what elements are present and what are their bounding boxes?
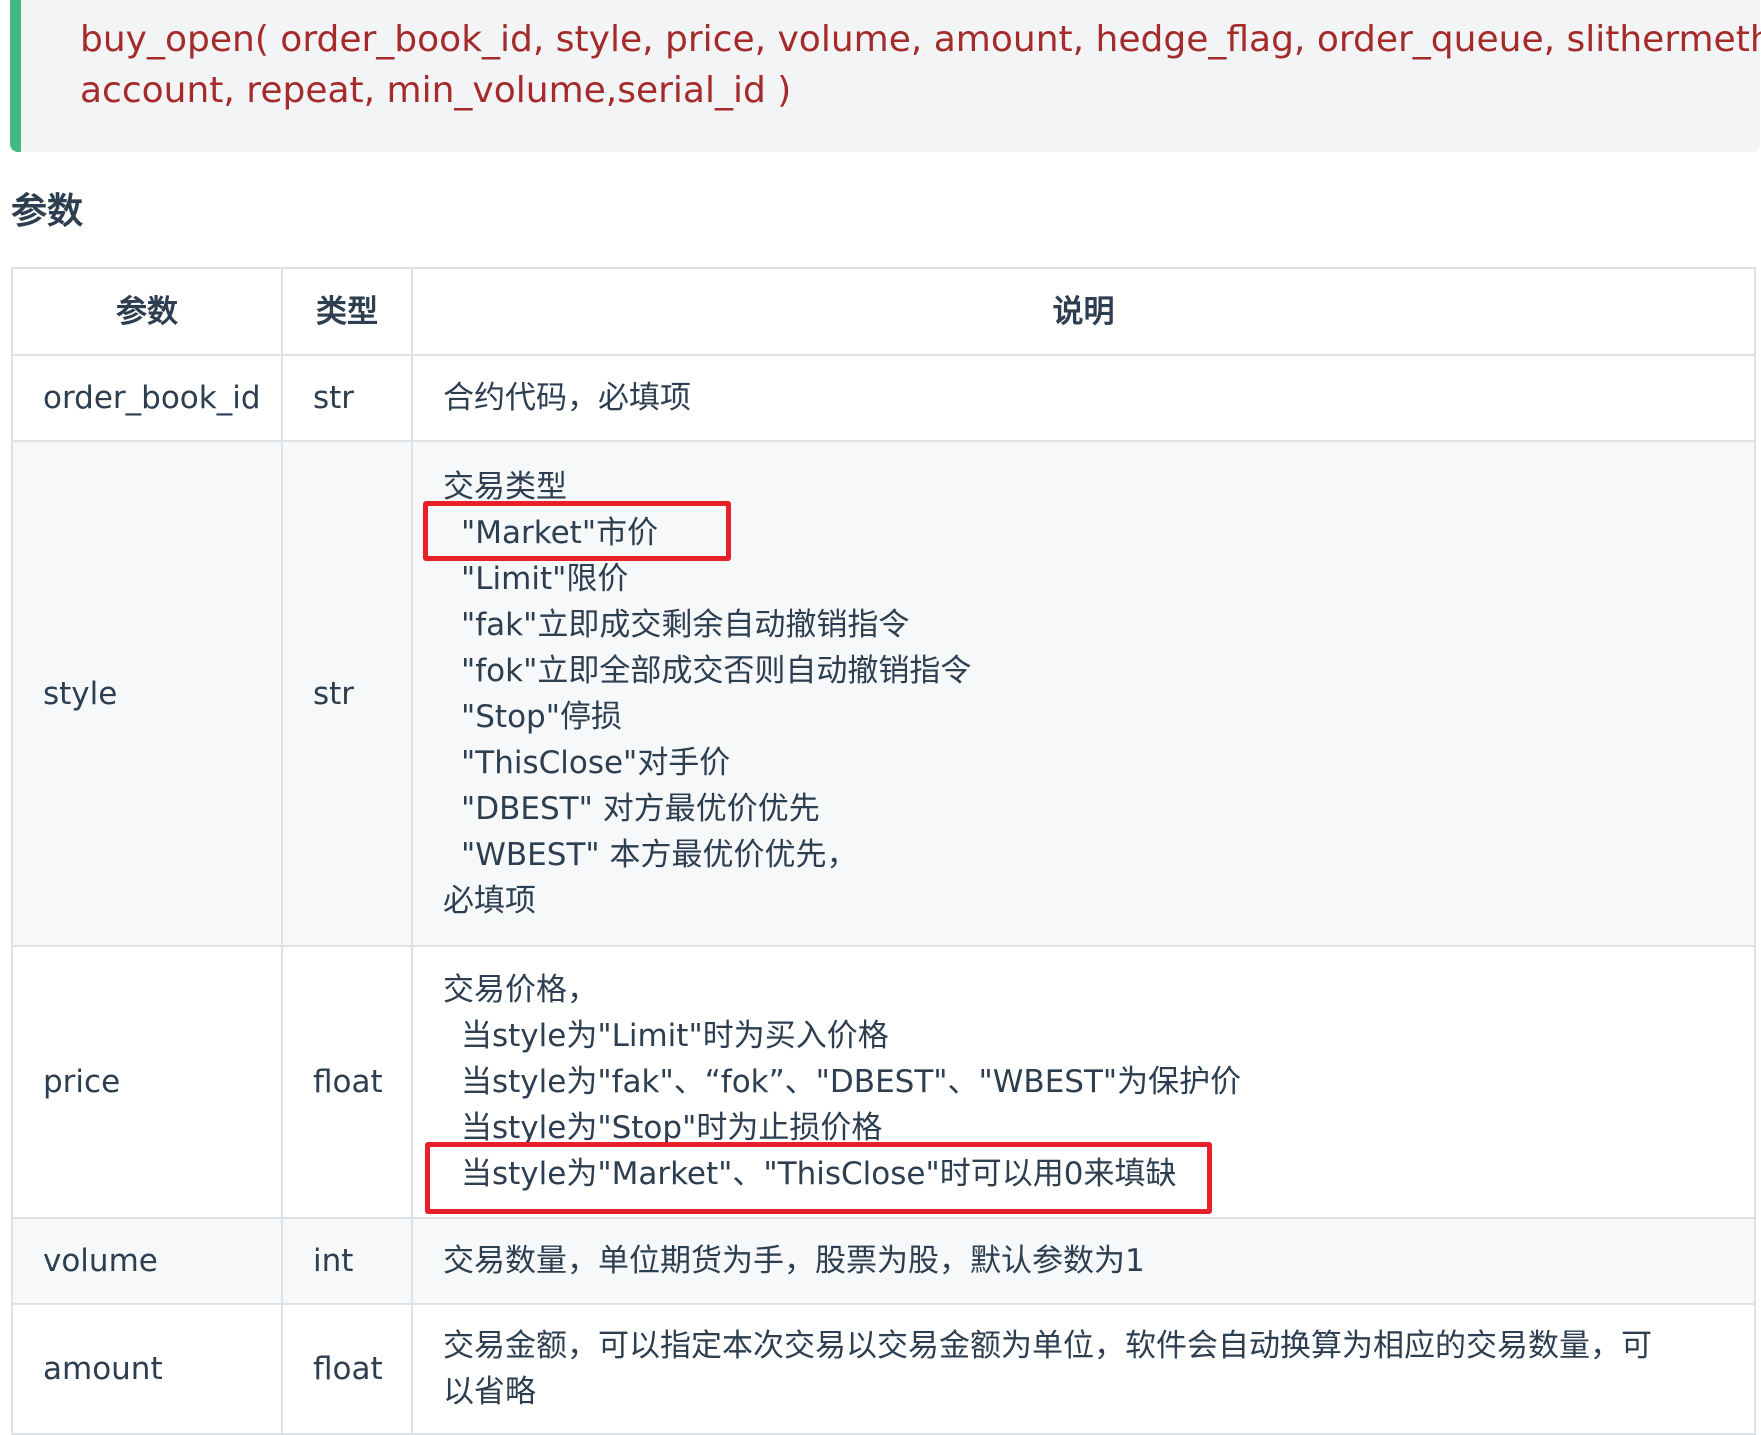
description-line: 交易金额，可以指定本次交易以交易金额为单位，软件会自动换算为相应的交易数量，可 [443, 1328, 1652, 1364]
description-line: "WBEST" 本方最优价优先， [461, 836, 858, 873]
description-line: "ThisClose"对手价 [461, 744, 731, 781]
description-line: 交易数量，单位期货为手，股票为股，默认参数为1 [443, 1243, 1145, 1279]
section-title-params: 参数 [11, 191, 84, 232]
description-line: "fak"立即成交剩余自动撤销指令 [461, 606, 910, 643]
param-name: amount [11, 1303, 283, 1435]
table-header-row: 参数 类型 说明 [11, 267, 1756, 356]
description-line: 合约代码，必填项 [443, 380, 691, 416]
description-line: "Limit"限价 [461, 560, 629, 597]
description-line: 当style为"Limit"时为买入价格 [461, 1018, 889, 1054]
description-line: 以省略 [443, 1374, 536, 1410]
param-name: style [11, 440, 283, 947]
highlight-box-market [423, 501, 731, 561]
highlight-box-market-thisclose [425, 1142, 1212, 1214]
table-row: style str 交易类型 "Market"市价 "Limit"限价 "fak… [11, 440, 1756, 947]
param-type: float [281, 1303, 413, 1435]
description-line: "Stop"停损 [461, 698, 622, 735]
param-description: 交易数量，单位期货为手，股票为股，默认参数为1 [411, 1217, 1756, 1305]
description-line: "DBEST" 对方最优价优先 [461, 790, 820, 827]
header-type: 类型 [281, 267, 413, 356]
table-row: volume int 交易数量，单位期货为手，股票为股，默认参数为1 [11, 1217, 1756, 1305]
param-type: str [281, 354, 413, 442]
param-description: 合约代码，必填项 [411, 354, 1756, 442]
param-type: str [281, 440, 413, 947]
param-name: order_book_id [11, 354, 283, 442]
param-name: volume [11, 1217, 283, 1305]
header-param: 参数 [11, 267, 283, 356]
parameter-table: 参数 类型 说明 order_book_id str 合约代码，必填项 styl… [11, 267, 1756, 1435]
signature-line-1: buy_open( order_book_id, style, price, v… [80, 19, 1761, 60]
description-line: 交易价格， [443, 972, 598, 1008]
param-type: float [281, 945, 413, 1219]
header-description: 说明 [411, 267, 1756, 356]
description-line: 必填项 [443, 882, 536, 919]
param-name: price [11, 945, 283, 1219]
description-line: "fok"立即全部成交否则自动撤销指令 [461, 652, 972, 689]
function-signature-block: buy_open( order_book_id, style, price, v… [10, 0, 1761, 152]
table-row: amount float 交易金额，可以指定本次交易以交易金额为单位，软件会自动… [11, 1303, 1756, 1435]
signature-line-2: account, repeat, min_volume,serial_id ) [80, 70, 792, 111]
param-type: int [281, 1217, 413, 1305]
table-row: order_book_id str 合约代码，必填项 [11, 354, 1756, 442]
param-description: 交易金额，可以指定本次交易以交易金额为单位，软件会自动换算为相应的交易数量，可 … [411, 1303, 1756, 1435]
description-line: 当style为"fak"、“fok”、"DBEST"、"WBEST"为保护价 [461, 1064, 1242, 1100]
